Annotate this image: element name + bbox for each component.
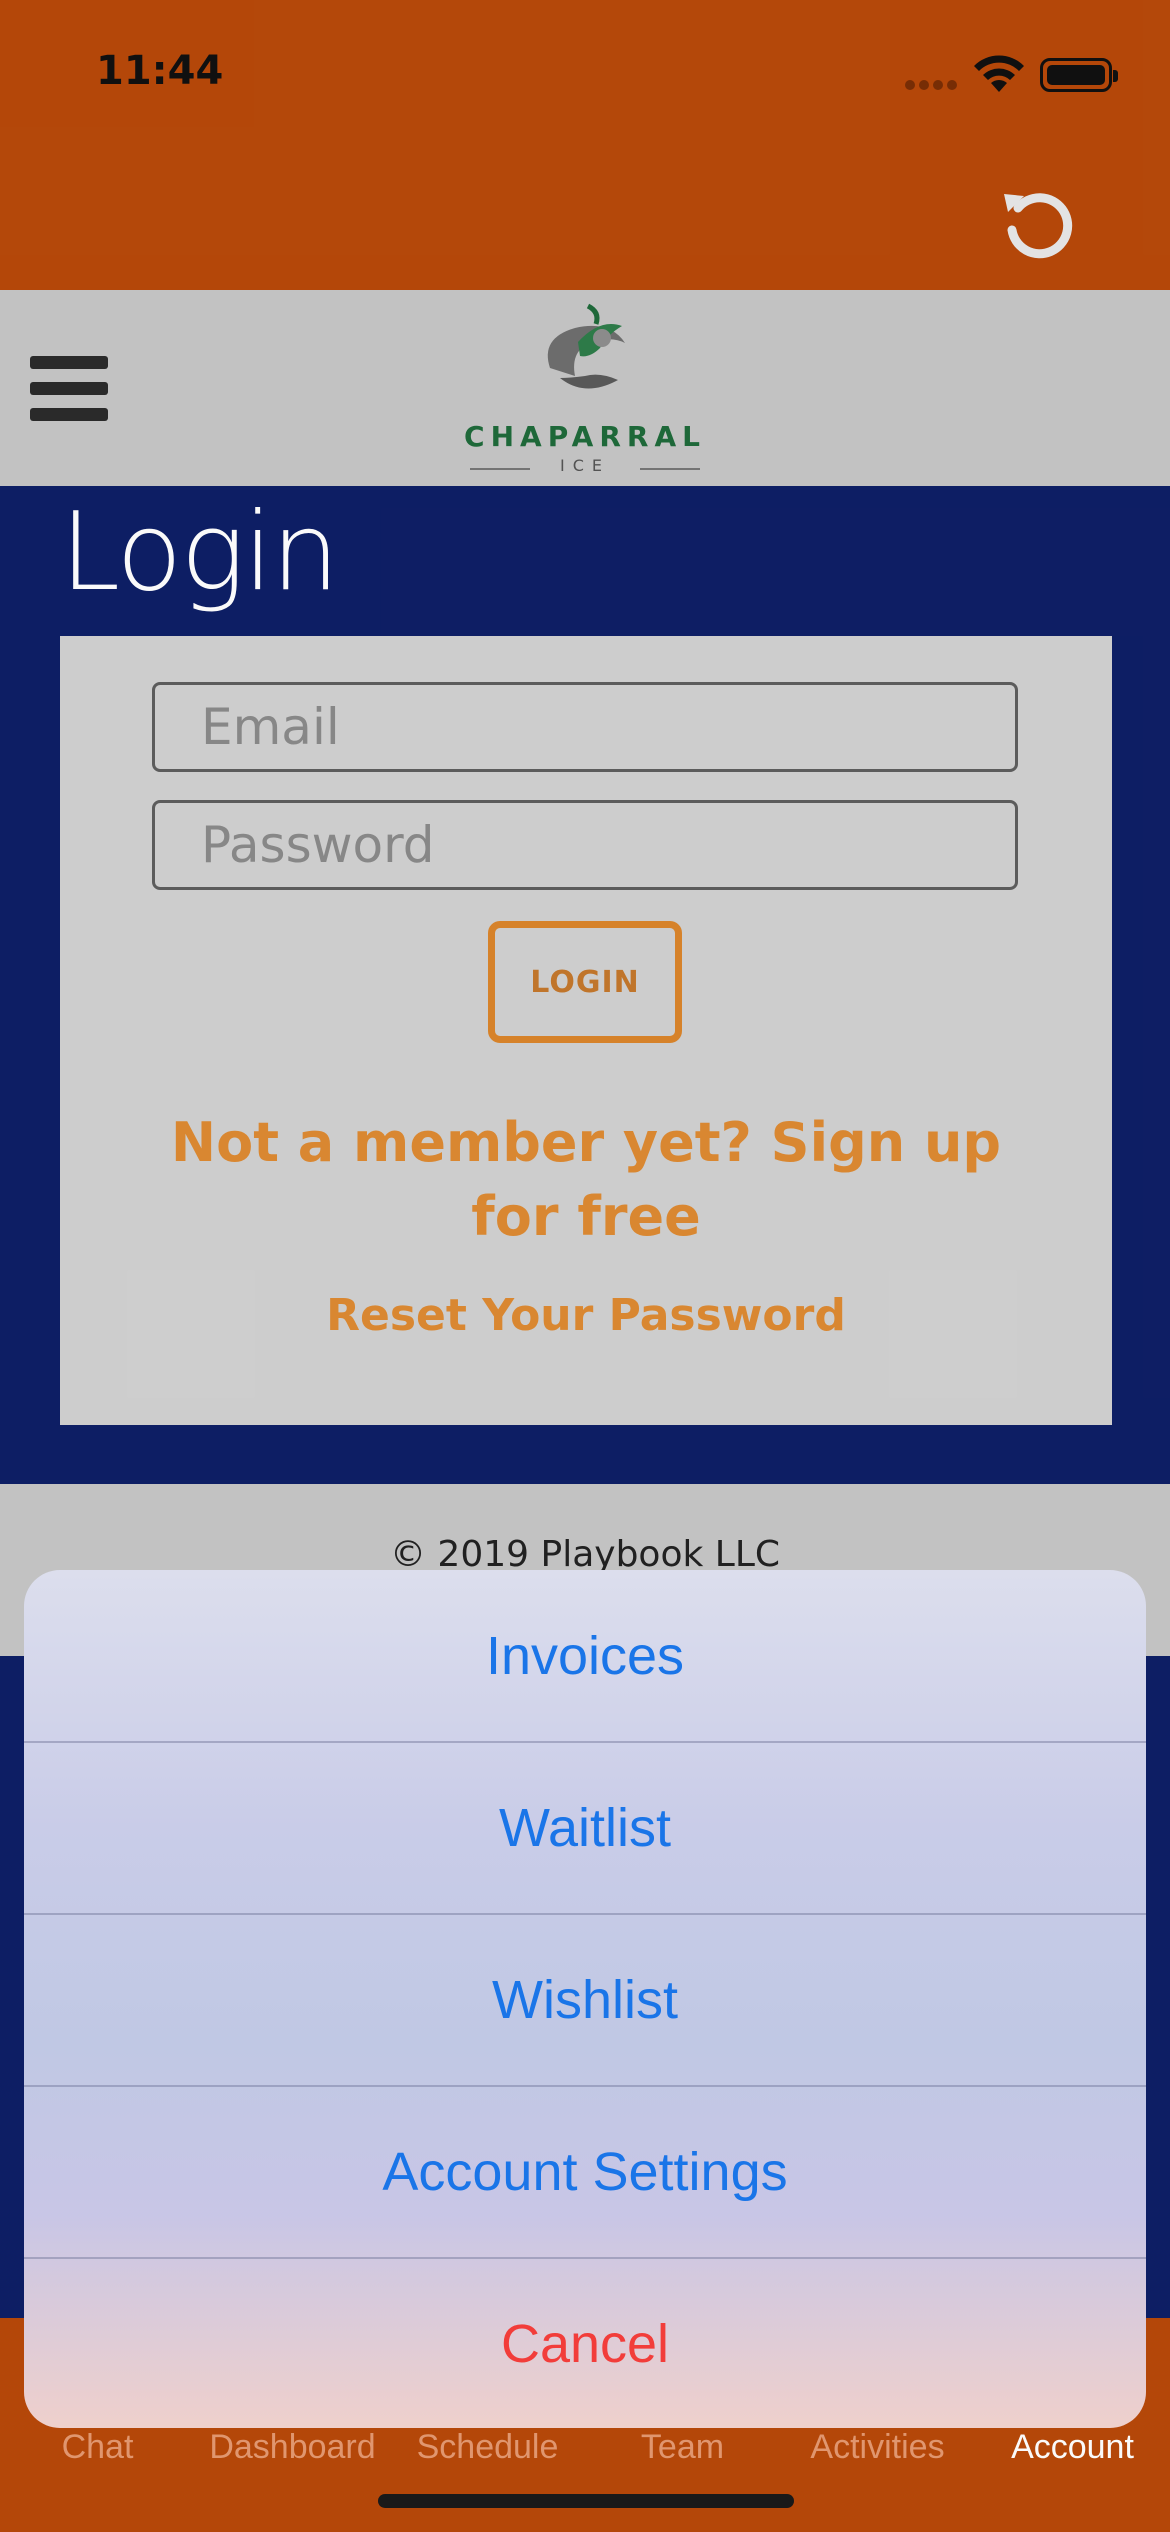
account-action-sheet: Invoices Waitlist Wishlist Account Setti… xyxy=(24,1570,1146,2428)
sheet-cancel-button[interactable]: Cancel xyxy=(24,2258,1146,2428)
sheet-item-account-settings[interactable]: Account Settings xyxy=(24,2086,1146,2258)
sheet-item-wishlist[interactable]: Wishlist xyxy=(24,1914,1146,2086)
sheet-item-invoices[interactable]: Invoices xyxy=(24,1570,1146,1742)
sheet-item-waitlist[interactable]: Waitlist xyxy=(24,1742,1146,1914)
